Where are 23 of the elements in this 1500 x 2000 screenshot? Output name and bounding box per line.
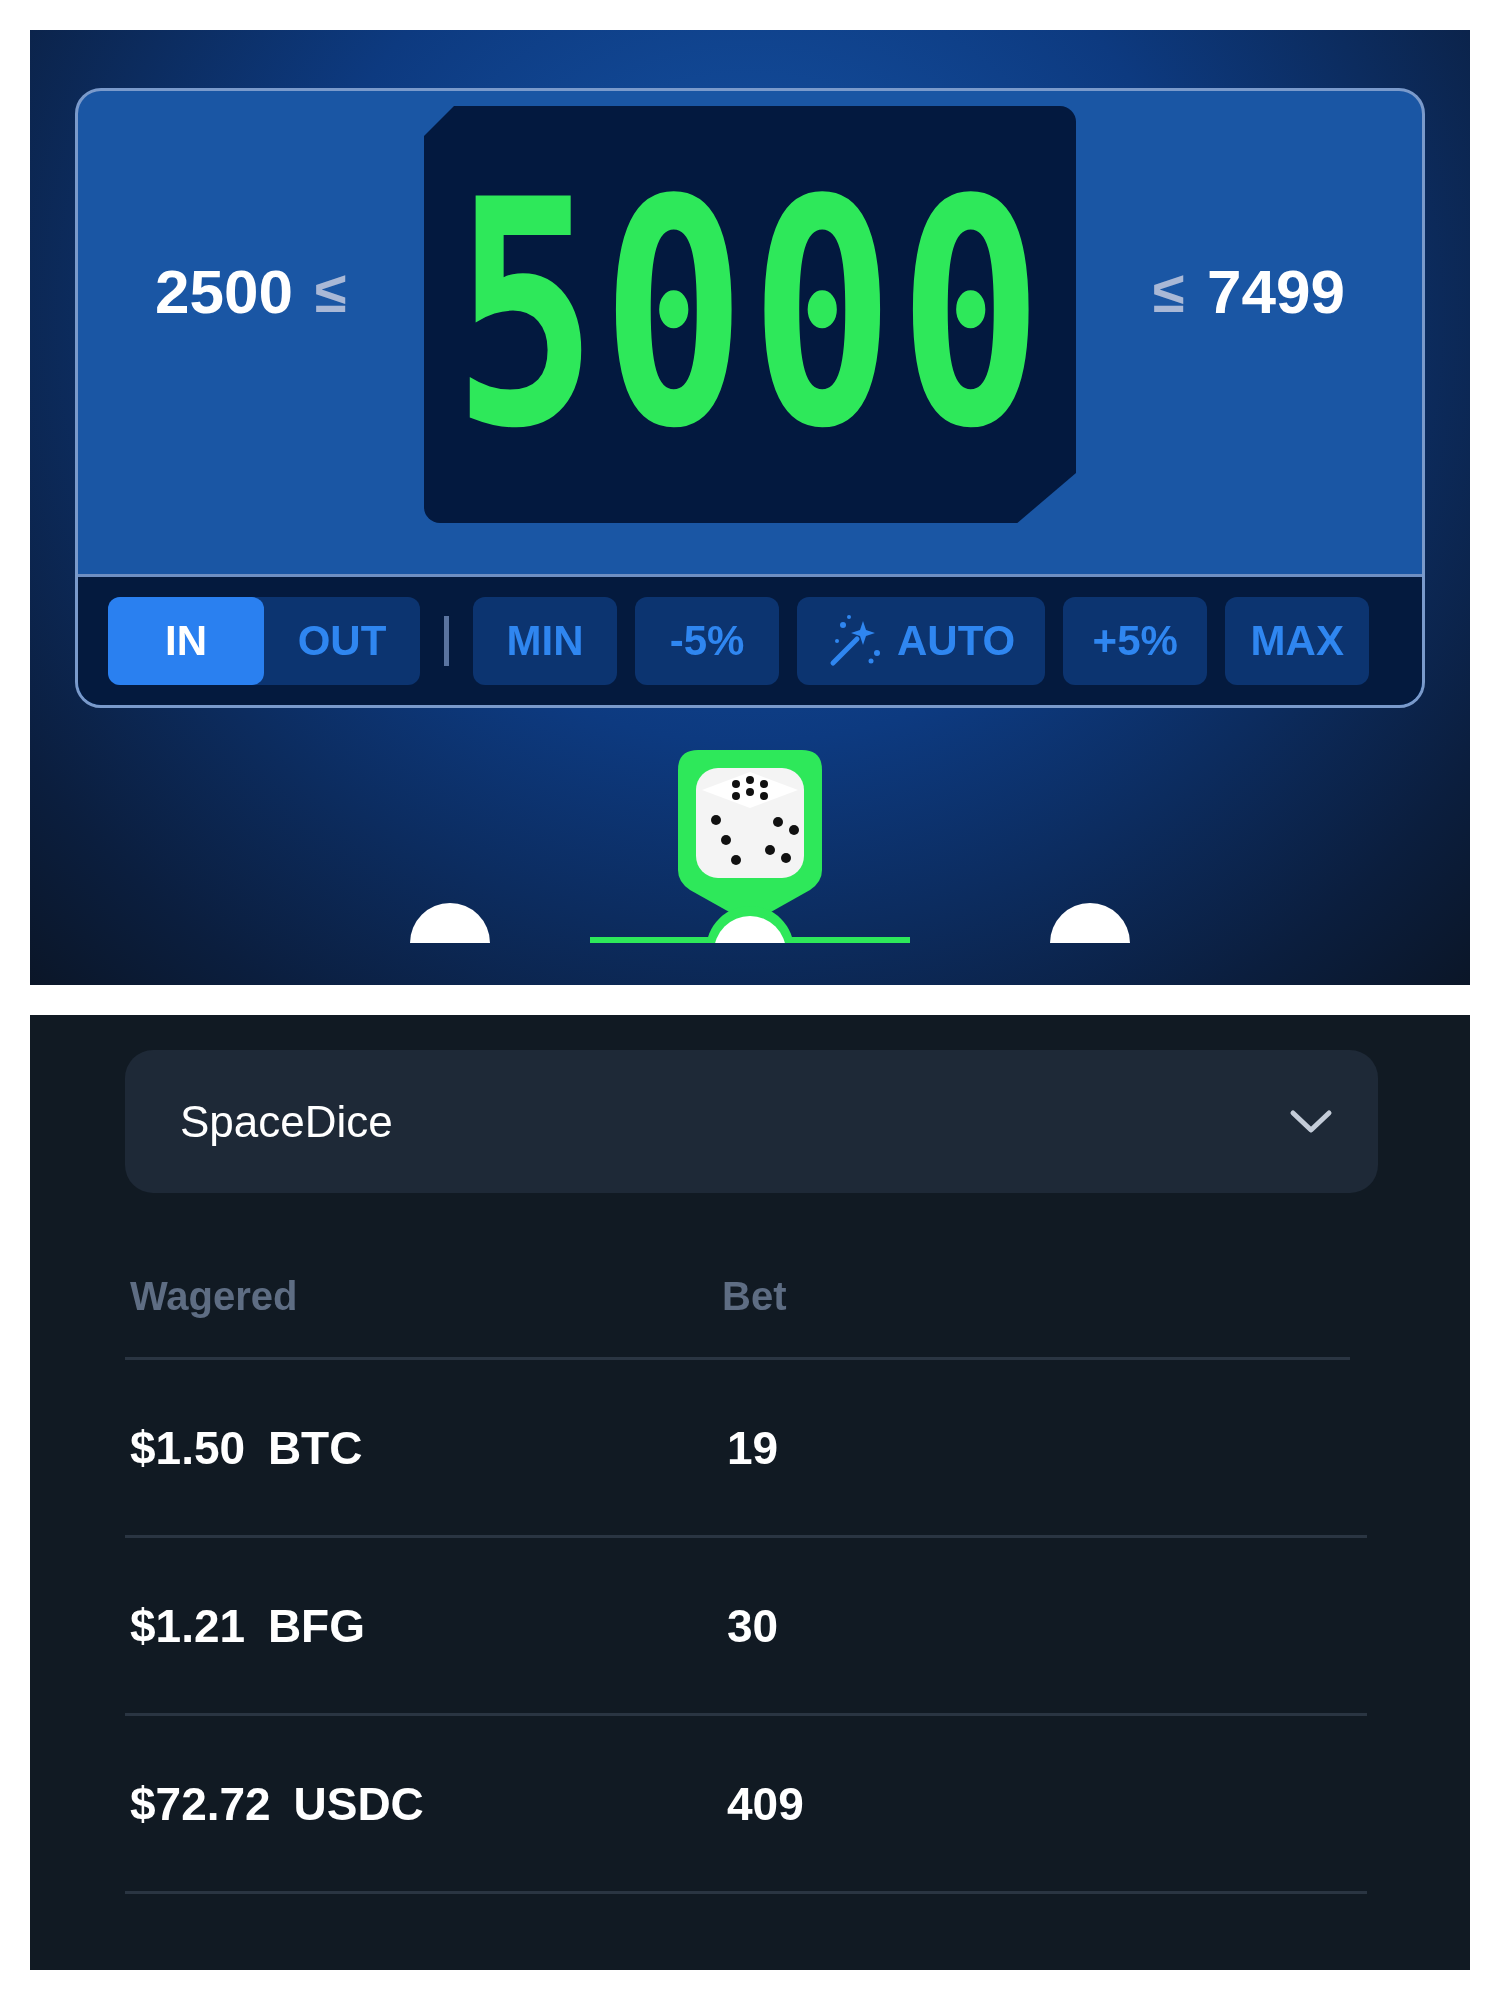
column-header: Bet: [721, 1274, 788, 1319]
bet-cell-text: 19: [726, 1420, 780, 1475]
range-low: 2500: [155, 255, 294, 327]
less-equal-sign: ≤: [1153, 257, 1185, 325]
mode-button[interactable]: IN: [108, 597, 264, 685]
wagered-cell-text: $72.72 USDC: [129, 1776, 425, 1831]
range-button[interactable]: MAX: [1225, 597, 1370, 685]
chevron-down-icon: [1289, 1108, 1333, 1135]
wagered-cell-text: $1.21 BFG: [129, 1598, 366, 1653]
rolled-number: 5000: [453, 158, 1047, 471]
range-button[interactable]: -5%: [635, 597, 779, 685]
range-high: 7499: [1206, 255, 1345, 327]
less-equal-sign: ≤: [315, 257, 347, 325]
range-button[interactable]: +5%: [1063, 597, 1208, 685]
dropdown-value: SpaceDice: [180, 1096, 393, 1147]
wagered-cell-text: $1.50 BTC: [129, 1420, 364, 1475]
bet-cell-text: 30: [726, 1598, 780, 1653]
auto-button[interactable]: AUTO: [797, 597, 1046, 685]
game-dropdown[interactable]: SpaceDice: [125, 1050, 1378, 1193]
range-button[interactable]: MIN: [473, 597, 617, 685]
bet-cell-text: 409: [726, 1776, 805, 1831]
mode-button[interactable]: OUT: [264, 597, 420, 685]
column-header: Wagered: [129, 1274, 299, 1319]
